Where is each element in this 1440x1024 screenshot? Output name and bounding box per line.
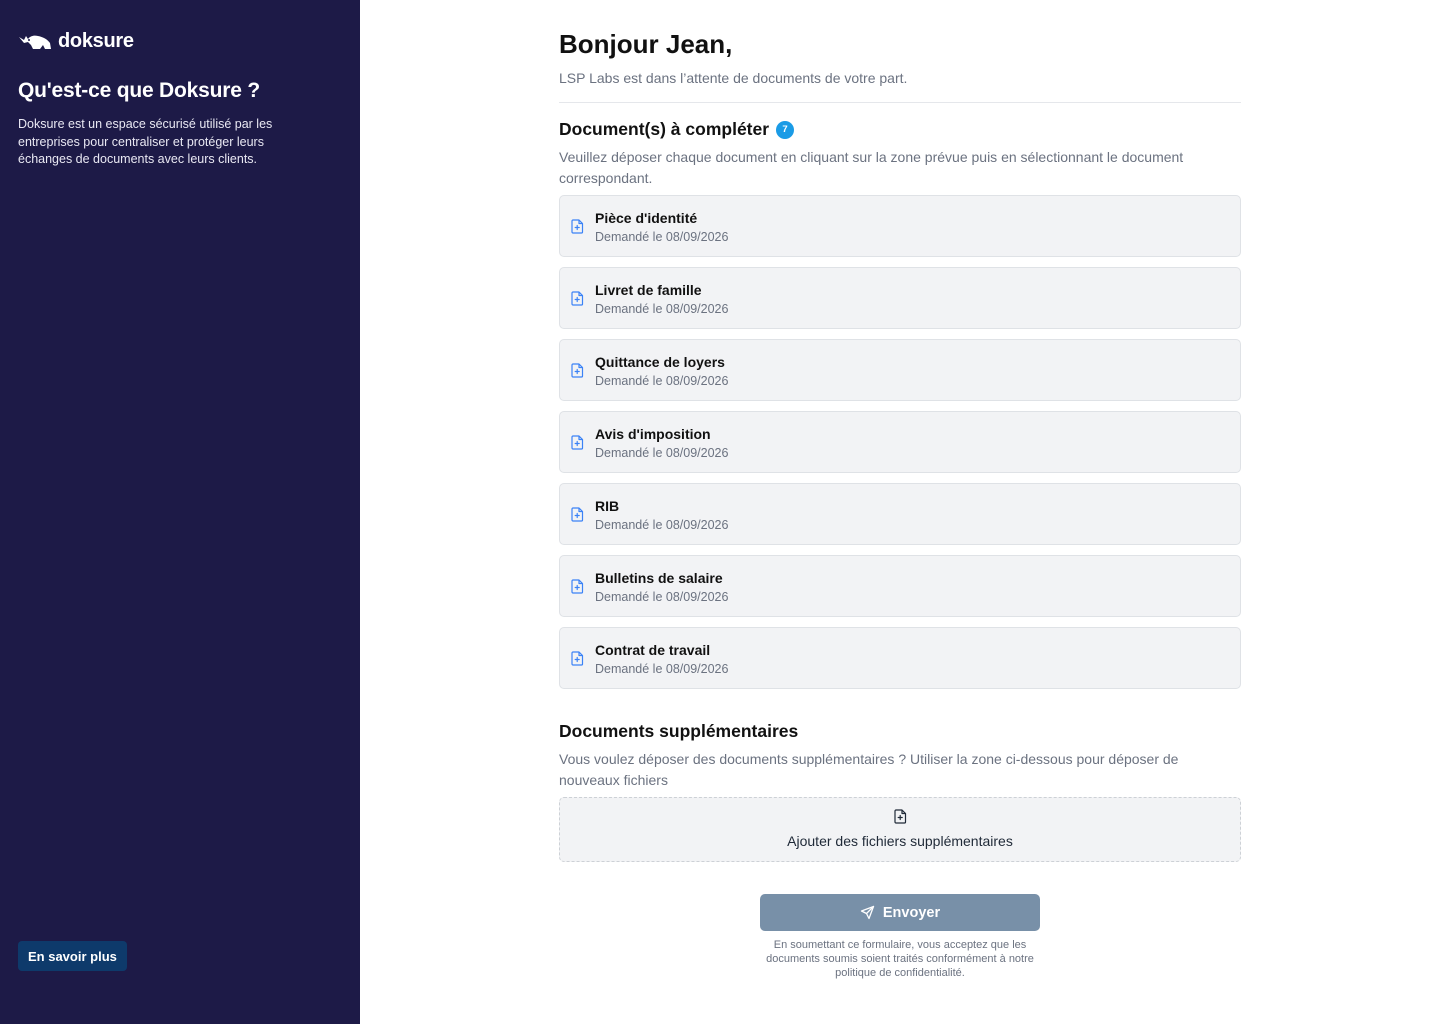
sidebar: doksure Qu'est-ce que Doksure ? Doksure … xyxy=(0,0,360,1024)
greeting-title: Bonjour Jean, xyxy=(559,29,733,59)
document-count-badge[interactable]: 7 xyxy=(776,120,795,139)
document-requested-date: Demandé le 08/09/2026 xyxy=(595,230,729,244)
document-requested-date: Demandé le 08/09/2026 xyxy=(595,446,729,460)
document-name: Contrat de travail xyxy=(595,642,711,658)
greeting-subtitle: LSP Labs est dans l’attente de documents… xyxy=(559,70,908,86)
send-button[interactable]: Envoyer xyxy=(760,894,1040,931)
document-item-avis-imposition[interactable]: Avis d'imposition Demandé le 08/09/2026 xyxy=(559,411,1241,473)
dropzone-label: Ajouter des fichiers supplémentaires xyxy=(787,833,1013,849)
header-divider xyxy=(559,102,1241,103)
brand-name: doksure xyxy=(58,30,134,52)
brand-logo[interactable]: doksure xyxy=(18,30,134,53)
file-plus-icon xyxy=(571,579,584,594)
document-name: Livret de famille xyxy=(595,282,702,298)
required-documents-list: Pièce d'identité Demandé le 08/09/2026 L… xyxy=(559,195,1241,699)
required-section-title: Document(s) à compléter 7 xyxy=(559,119,795,140)
sidebar-description: Doksure est un espace sécurisé utilisé p… xyxy=(18,117,273,166)
document-requested-date: Demandé le 08/09/2026 xyxy=(595,662,729,676)
document-item-bulletins-salaire[interactable]: Bulletins de salaire Demandé le 08/09/20… xyxy=(559,555,1241,617)
sidebar-title: Qu'est-ce que Doksure ? xyxy=(18,79,260,102)
send-button-label: Envoyer xyxy=(882,904,941,921)
file-plus-icon xyxy=(571,363,584,378)
file-plus-icon xyxy=(571,291,584,306)
rhino-logo-icon xyxy=(19,35,51,49)
legal-notice: En soumettant ce formulaire, vous accept… xyxy=(766,939,1034,979)
required-section-label: Document(s) à compléter xyxy=(559,119,770,139)
file-plus-icon xyxy=(571,507,584,522)
learn-more-button[interactable]: En savoir plus xyxy=(18,941,127,971)
additional-files-dropzone[interactable]: Ajouter des fichiers supplémentaires xyxy=(559,797,1241,862)
send-icon xyxy=(860,905,875,920)
file-plus-icon xyxy=(571,435,584,450)
document-name: RIB xyxy=(595,498,620,514)
additional-section-title: Documents supplémentaires xyxy=(559,721,799,741)
additional-section-description: Vous voulez déposer des documents supplé… xyxy=(559,751,1179,788)
document-item-piece-identite[interactable]: Pièce d'identité Demandé le 08/09/2026 xyxy=(559,195,1241,257)
document-name: Bulletins de salaire xyxy=(595,570,723,586)
document-name: Pièce d'identité xyxy=(595,210,698,226)
document-item-contrat-travail[interactable]: Contrat de travail Demandé le 08/09/2026 xyxy=(559,627,1241,689)
file-plus-icon xyxy=(571,651,584,666)
document-requested-date: Demandé le 08/09/2026 xyxy=(595,302,729,316)
file-plus-icon xyxy=(571,219,584,234)
document-requested-date: Demandé le 08/09/2026 xyxy=(595,518,729,532)
document-item-livret-famille[interactable]: Livret de famille Demandé le 08/09/2026 xyxy=(559,267,1241,329)
document-name: Quittance de loyers xyxy=(595,354,725,370)
document-name: Avis d'imposition xyxy=(595,426,711,442)
document-item-quittance-loyers[interactable]: Quittance de loyers Demandé le 08/09/202… xyxy=(559,339,1241,401)
document-item-rib[interactable]: RIB Demandé le 08/09/2026 xyxy=(559,483,1241,545)
document-requested-date: Demandé le 08/09/2026 xyxy=(595,374,729,388)
document-requested-date: Demandé le 08/09/2026 xyxy=(595,590,729,604)
file-plus-icon xyxy=(894,809,907,824)
required-section-description: Veuillez déposer chaque document en cliq… xyxy=(559,149,1184,186)
